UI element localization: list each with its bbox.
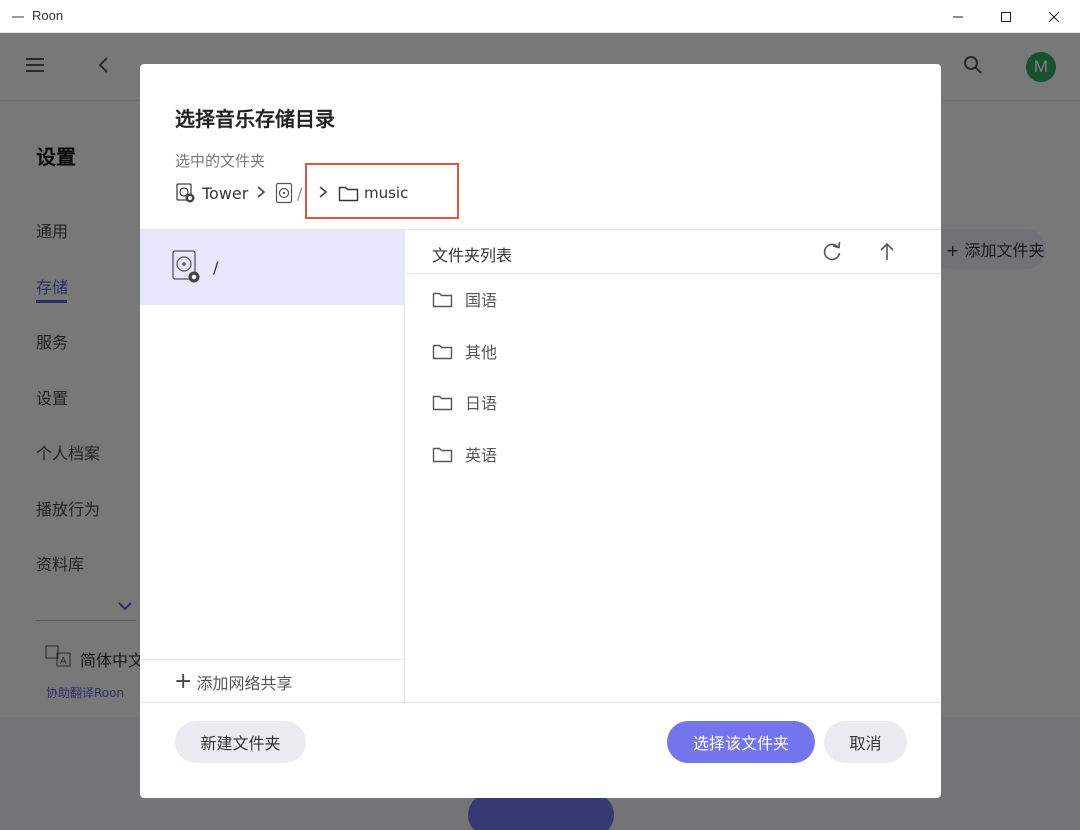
- chevron-right-icon: [257, 186, 266, 198]
- local-disk-icon: [172, 250, 200, 283]
- folder-list-header: 文件夹列表: [406, 230, 941, 274]
- breadcrumb-device-label: Tower: [202, 183, 249, 203]
- refresh-icon[interactable]: [820, 240, 844, 264]
- network-drive-icon: [176, 183, 195, 203]
- close-button[interactable]: [1030, 0, 1078, 33]
- disk-icon: [275, 182, 293, 204]
- add-network-share-label: 添加网络共享: [196, 673, 293, 693]
- minimize-button[interactable]: [934, 0, 982, 33]
- add-network-share-button[interactable]: + 添加网络共享: [140, 659, 405, 703]
- folder-list-pane: 文件夹列表 国语 其他 日语 英语: [406, 230, 941, 703]
- folder-item[interactable]: 国语: [432, 284, 497, 314]
- location-item-root[interactable]: /: [140, 230, 405, 305]
- new-folder-button[interactable]: 新建文件夹: [175, 721, 306, 763]
- location-label: /: [213, 258, 219, 277]
- maximize-icon: [1001, 11, 1011, 22]
- app-icon: [12, 16, 24, 18]
- breadcrumb-root-label: /: [297, 183, 303, 203]
- locations-pane: / + 添加网络共享: [140, 230, 405, 703]
- dialog-title: 选择音乐存储目录: [175, 107, 335, 131]
- select-folder-button[interactable]: 选择该文件夹: [667, 721, 815, 763]
- cancel-button[interactable]: 取消: [824, 721, 907, 763]
- window-title: Roon: [32, 8, 64, 23]
- folder-item[interactable]: 英语: [432, 439, 497, 469]
- folder-icon: [432, 447, 453, 463]
- folder-icon: [432, 395, 453, 411]
- folder-icon: [432, 344, 453, 360]
- arrow-up-icon[interactable]: [875, 240, 899, 264]
- breadcrumb-root[interactable]: /: [275, 180, 302, 206]
- selected-folder-label: 选中的文件夹: [175, 152, 266, 170]
- folder-name: 英语: [465, 446, 498, 465]
- window-titlebar: Roon: [0, 0, 1080, 33]
- folder-icon: [432, 292, 453, 308]
- folder-item[interactable]: 日语: [432, 387, 497, 417]
- divider: [140, 702, 941, 703]
- plus-icon: +: [174, 668, 193, 694]
- folder-name: 其他: [465, 343, 498, 362]
- folder-list-title: 文件夹列表: [432, 246, 513, 265]
- folder-item[interactable]: 其他: [432, 336, 497, 366]
- breadcrumb-device[interactable]: Tower: [175, 180, 248, 206]
- folder-name: 国语: [465, 291, 498, 310]
- close-icon: [1048, 11, 1060, 22]
- choose-folder-dialog: 选择音乐存储目录 选中的文件夹 Tower / music / + 添加网络共享…: [140, 64, 941, 798]
- folder-name: 日语: [465, 394, 498, 413]
- highlight-annotation-box: [305, 163, 459, 219]
- minimize-icon: [953, 16, 963, 17]
- maximize-button[interactable]: [982, 0, 1030, 33]
